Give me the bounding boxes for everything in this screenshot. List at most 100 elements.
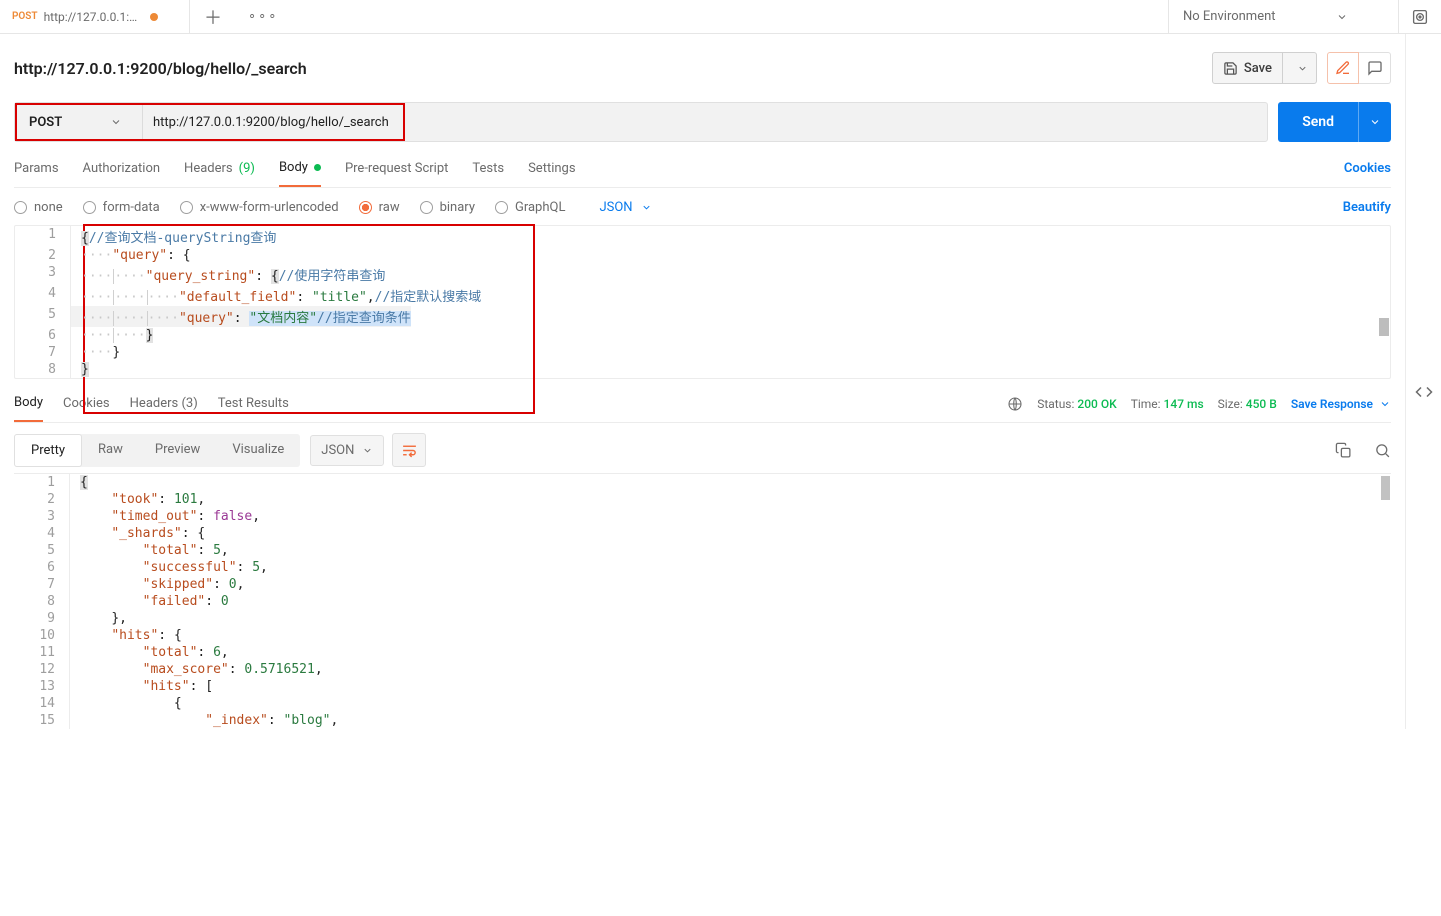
response-body-editor[interactable]: 1{ 2 "took": 101, 3 "timed_out": false, …	[14, 473, 1391, 729]
line-number: 2	[15, 247, 71, 264]
response-view-controls: Pretty Raw Preview Visualize JSON	[14, 423, 1391, 473]
line-number: 10	[14, 627, 70, 644]
label: x-www-form-urlencoded	[200, 200, 339, 215]
url-bar: POST http://127.0.0.1:9200/blog/hello/_s…	[14, 102, 1268, 142]
request-tab[interactable]: POST http://127.0.0.1:9200/k	[0, 0, 190, 33]
body-type-form-data[interactable]: form-data	[83, 200, 160, 215]
new-tab-button[interactable]: ＋	[204, 4, 222, 30]
line-number: 6	[15, 327, 71, 344]
line-number: 6	[14, 559, 70, 576]
search-response-button[interactable]	[1374, 442, 1391, 459]
method-selector[interactable]: POST	[17, 105, 143, 139]
copy-icon	[1335, 442, 1352, 459]
body-type-raw[interactable]: raw	[359, 200, 400, 215]
view-pretty[interactable]: Pretty	[14, 434, 82, 467]
tab-pre-request-script[interactable]: Pre-request Script	[345, 161, 448, 186]
view-preview[interactable]: Preview	[139, 434, 216, 467]
copy-response-button[interactable]	[1335, 442, 1352, 459]
label: Headers	[130, 396, 179, 411]
radio-icon	[180, 201, 193, 214]
line-number: 3	[14, 508, 70, 525]
radio-icon	[359, 201, 372, 214]
body-type-x-www-form-urlencoded[interactable]: x-www-form-urlencoded	[180, 200, 339, 215]
line-number: 3	[15, 264, 71, 285]
tab-params[interactable]: Params	[14, 161, 59, 186]
label: form-data	[103, 200, 160, 215]
response-format-selector[interactable]: JSON	[310, 435, 384, 466]
line-number: 15	[14, 712, 70, 729]
save-icon	[1223, 61, 1238, 76]
resp-tab-body[interactable]: Body	[14, 395, 43, 422]
headers-count: (3)	[181, 396, 197, 411]
request-title[interactable]: http://127.0.0.1:9200/blog/hello/_search	[14, 59, 307, 78]
request-tabs: Params Authorization Headers (9) Body Pr…	[14, 142, 1391, 188]
response-tabs: Body Cookies Headers (3) Test Results St…	[14, 379, 1391, 423]
label: JSON	[599, 200, 632, 215]
environment-quicklook-button[interactable]	[1399, 8, 1441, 26]
edit-button[interactable]	[1327, 52, 1359, 84]
line-number: 2	[14, 491, 70, 508]
resp-tab-headers[interactable]: Headers (3)	[130, 396, 198, 421]
line-number: 9	[14, 610, 70, 627]
wrap-icon	[401, 442, 418, 459]
body-type-none[interactable]: none	[14, 200, 63, 215]
pencil-icon	[1335, 60, 1351, 76]
unsaved-dot-icon	[150, 13, 158, 21]
save-response-button[interactable]: Save Response	[1291, 397, 1391, 411]
cookies-link[interactable]: Cookies	[1344, 161, 1391, 186]
line-number: 1	[14, 474, 70, 491]
chevron-down-icon	[641, 202, 652, 213]
size-block: Size: 450 B	[1218, 397, 1277, 411]
raw-format-selector[interactable]: JSON	[599, 200, 651, 215]
status-block: Status: 200 OK	[1037, 397, 1117, 411]
view-visualize[interactable]: Visualize	[216, 434, 300, 467]
body-type-binary[interactable]: binary	[420, 200, 475, 215]
save-button[interactable]: Save	[1212, 52, 1317, 84]
headers-count: (9)	[239, 161, 255, 176]
save-label: Save	[1244, 61, 1272, 76]
globe-icon[interactable]	[1007, 396, 1023, 412]
label: binary	[440, 200, 475, 215]
line-number: 7	[14, 576, 70, 593]
send-button[interactable]: Send	[1278, 102, 1391, 142]
url-input[interactable]: http://127.0.0.1:9200/blog/hello/_search	[143, 105, 403, 139]
wrap-lines-button[interactable]	[392, 433, 426, 467]
view-mode-selector: Pretty Raw Preview Visualize	[14, 434, 300, 467]
tab-body[interactable]: Body	[279, 160, 321, 187]
send-dropdown[interactable]	[1359, 116, 1391, 128]
comments-button[interactable]	[1359, 52, 1391, 84]
time-block: Time: 147 ms	[1131, 397, 1204, 411]
line-number: 5	[15, 306, 71, 327]
tab-more-button[interactable]: ∘∘∘	[248, 9, 278, 24]
send-label: Send	[1278, 102, 1359, 142]
chevron-down-icon	[1297, 63, 1308, 74]
radio-icon	[14, 201, 27, 214]
line-number: 8	[15, 361, 71, 378]
tab-title: http://127.0.0.1:9200/k	[44, 10, 144, 24]
body-type-graphql[interactable]: GraphQL	[495, 200, 565, 215]
cursor-indicator	[1379, 318, 1389, 336]
scrollbar-thumb[interactable]	[1381, 476, 1390, 500]
url-input-rest[interactable]	[405, 103, 1267, 141]
tab-authorization[interactable]: Authorization	[83, 161, 161, 186]
tab-settings[interactable]: Settings	[528, 161, 575, 186]
label: none	[34, 200, 63, 215]
line-number: 11	[14, 644, 70, 661]
resp-tab-test-results[interactable]: Test Results	[218, 396, 289, 421]
chevron-down-icon	[1336, 11, 1348, 23]
code-snippet-button[interactable]	[1412, 54, 1436, 729]
method-value: POST	[29, 115, 62, 130]
save-dropdown[interactable]	[1289, 63, 1316, 74]
line-number: 14	[14, 695, 70, 712]
view-raw[interactable]: Raw	[82, 434, 139, 467]
request-body-editor[interactable]: 1{//查询文档-queryString查询 2····"query": { 3…	[14, 225, 1391, 379]
radio-icon	[83, 201, 96, 214]
beautify-button[interactable]: Beautify	[1343, 200, 1391, 215]
resp-tab-cookies[interactable]: Cookies	[63, 396, 110, 421]
tab-method: POST	[12, 11, 38, 22]
tab-headers[interactable]: Headers (9)	[184, 161, 255, 186]
environment-selector[interactable]: No Environment	[1169, 0, 1399, 33]
code-icon	[1415, 383, 1433, 401]
tab-tests[interactable]: Tests	[472, 161, 504, 186]
chevron-down-icon	[1369, 116, 1381, 128]
